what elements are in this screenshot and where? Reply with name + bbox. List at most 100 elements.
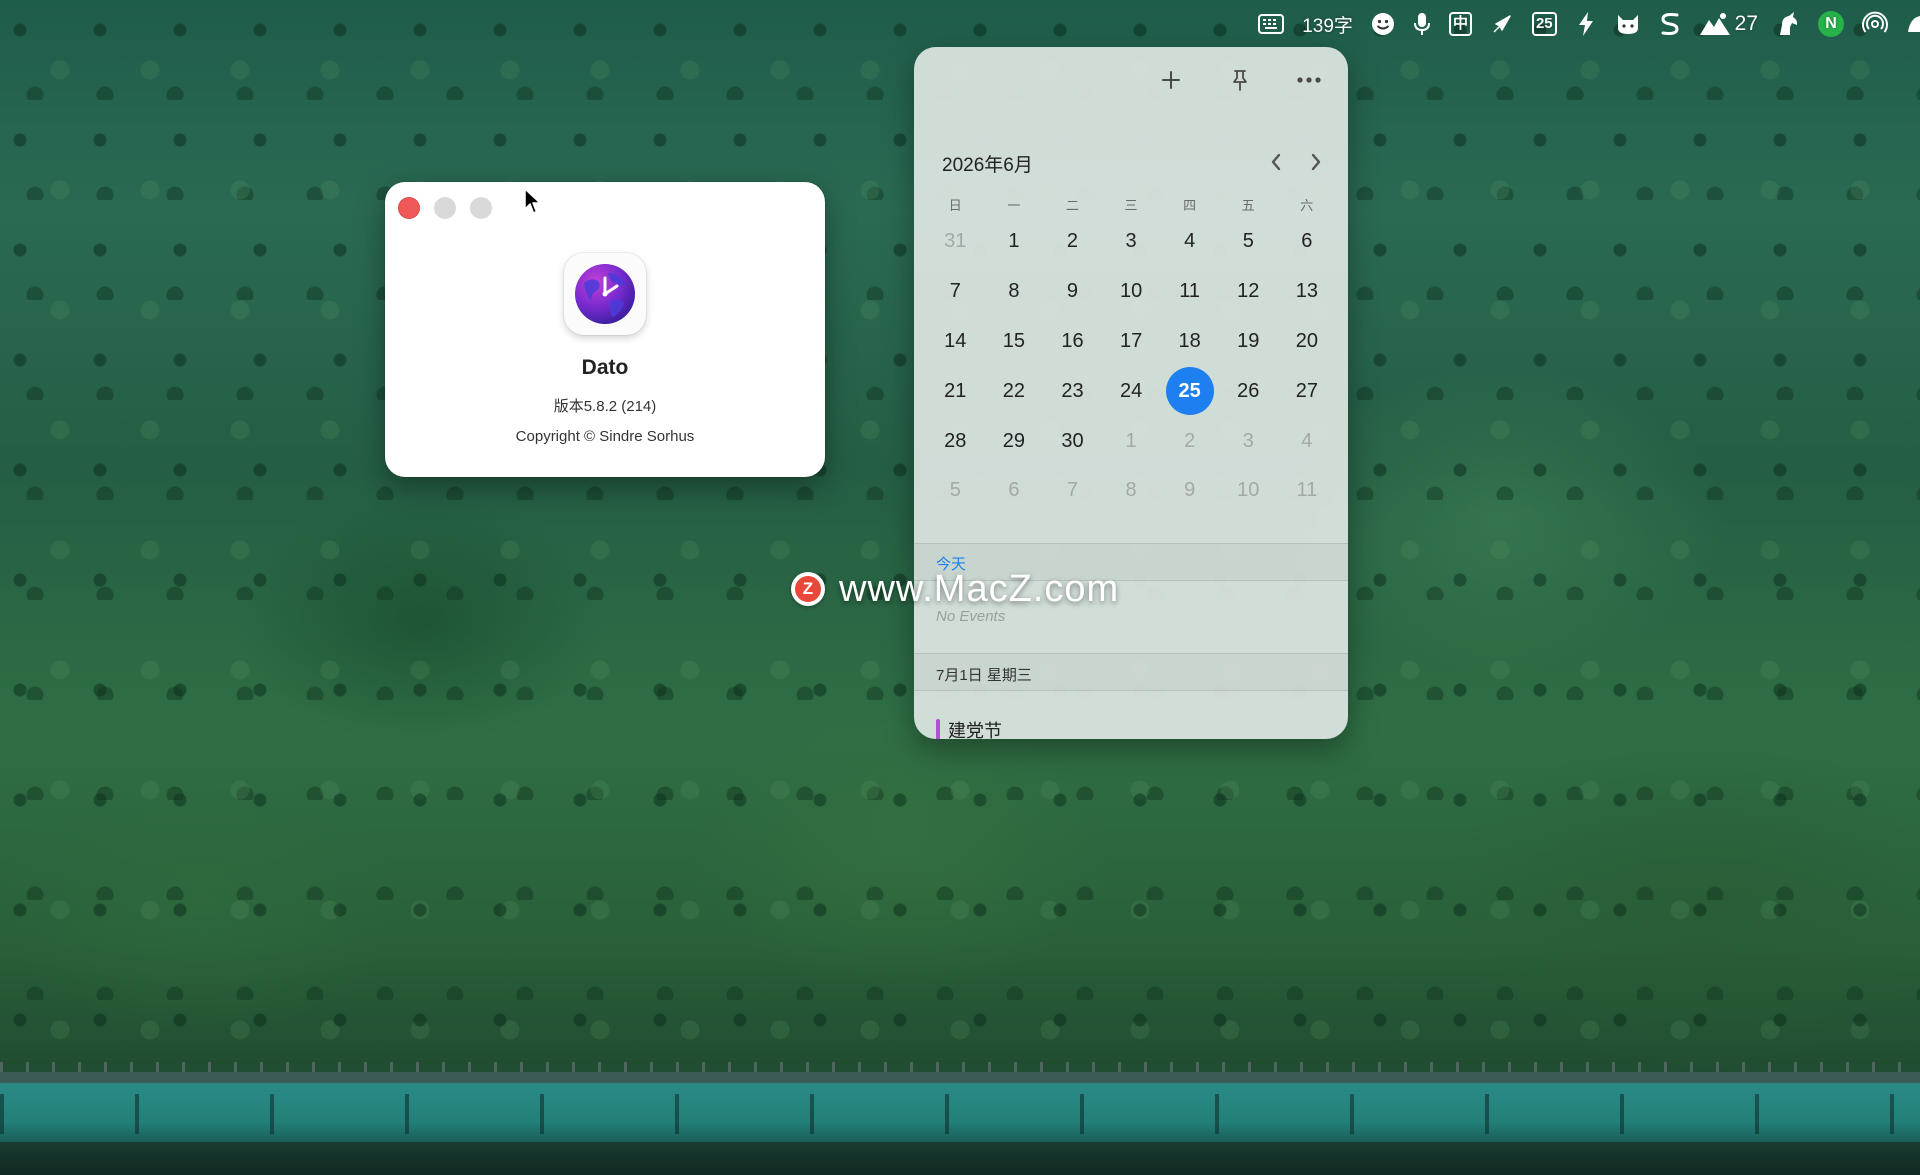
day-number: 13 <box>1295 280 1318 303</box>
today-day-number: 25 <box>1165 367 1214 416</box>
menu-bar: 139字 中 25 27 N <box>0 0 1920 48</box>
weekday-label: 一 <box>1007 198 1021 213</box>
calendar-day[interactable]: 30 <box>1043 416 1102 466</box>
calendar-day[interactable]: 22 <box>985 366 1044 416</box>
calendar-day[interactable]: 11 <box>1278 466 1337 516</box>
calendar-day[interactable]: 31 <box>926 217 985 267</box>
rocket-icon[interactable] <box>1481 0 1523 48</box>
scrivener-s-icon[interactable] <box>1650 0 1690 48</box>
calendar-day[interactable]: 24 <box>1102 366 1161 416</box>
notion-icon[interactable]: N <box>1809 0 1853 48</box>
bridge-beams <box>0 1094 1920 1134</box>
day-number: 14 <box>944 329 967 352</box>
weekday-label: 五 <box>1241 198 1255 213</box>
calendar-day[interactable]: 16 <box>1043 317 1102 367</box>
calendar-day[interactable]: 18 <box>1160 317 1219 367</box>
day-number: 2 <box>1184 429 1196 452</box>
calendar-day[interactable]: 12 <box>1219 267 1278 317</box>
next-month-button[interactable] <box>1305 148 1327 176</box>
more-options-button[interactable] <box>1294 65 1324 95</box>
calendar-day[interactable]: 7 <box>926 267 985 317</box>
calendar-day[interactable]: 3 <box>1102 217 1161 267</box>
day-number: 10 <box>1237 479 1260 502</box>
day-number: 22 <box>1002 379 1026 402</box>
calendar-day[interactable]: 3 <box>1219 416 1278 466</box>
airdrop-icon[interactable] <box>1853 0 1897 48</box>
event-item[interactable]: 建党节 <box>936 719 1002 739</box>
calendar-day[interactable]: 20 <box>1278 317 1337 367</box>
day-number: 3 <box>1125 230 1137 253</box>
watermark-logo-icon: Z <box>791 572 825 606</box>
unicorn-icon[interactable] <box>1767 0 1809 48</box>
window-close-button[interactable] <box>398 197 420 219</box>
calendar-day[interactable]: 10 <box>1219 466 1278 516</box>
ime-icon[interactable]: 中 <box>1440 0 1481 48</box>
bird-icon[interactable] <box>1897 0 1920 48</box>
previous-month-button[interactable] <box>1265 148 1287 176</box>
calendar-day[interactable]: 28 <box>926 416 985 466</box>
calendar-day[interactable]: 10 <box>1102 267 1161 317</box>
calendar-day[interactable]: 15 <box>985 317 1044 367</box>
calendar-day[interactable]: 5 <box>1219 217 1278 267</box>
calendar-day[interactable]: 11 <box>1160 267 1219 317</box>
day-number: 28 <box>944 429 967 452</box>
word-count-indicator[interactable]: 139字 <box>1293 0 1362 48</box>
window-minimize-button[interactable] <box>434 197 456 219</box>
calendar-day[interactable]: 25 <box>1160 366 1219 416</box>
plus-icon <box>1162 71 1180 89</box>
pin-icon <box>1233 70 1247 91</box>
calendar-day[interactable]: 14 <box>926 317 985 367</box>
keyboard-icon[interactable] <box>1249 0 1293 48</box>
day-number: 11 <box>1179 280 1201 303</box>
calendar-day[interactable]: 1 <box>1102 416 1161 466</box>
day-number: 5 <box>949 479 961 502</box>
emoji-icon[interactable] <box>1362 0 1404 48</box>
calendar-day[interactable]: 5 <box>926 466 985 516</box>
day-number: 8 <box>1125 479 1137 502</box>
calendar-day[interactable]: 27 <box>1278 366 1337 416</box>
calendar-day[interactable]: 21 <box>926 366 985 416</box>
calendar-day[interactable]: 6 <box>985 466 1044 516</box>
watermark-text: www.MacZ.com <box>839 567 1120 610</box>
ime-label: 中 <box>1448 12 1472 36</box>
water <box>0 1142 1920 1175</box>
lightning-icon[interactable] <box>1566 0 1606 48</box>
day-number: 4 <box>1184 230 1196 253</box>
pin-button[interactable] <box>1225 65 1255 95</box>
day-number: 30 <box>1061 429 1084 452</box>
calendar-day[interactable]: 26 <box>1219 366 1278 416</box>
calendar-day[interactable]: 7 <box>1043 466 1102 516</box>
calendar-day[interactable]: 17 <box>1102 317 1161 367</box>
calendar-day[interactable]: 8 <box>985 267 1044 317</box>
calendar-day[interactable]: 1 <box>985 217 1044 267</box>
about-window: Dato 版本5.8.2 (214) Copyright © Sindre So… <box>385 182 825 477</box>
calendar-day[interactable]: 6 <box>1278 217 1337 267</box>
calendar-day[interactable]: 2 <box>1160 416 1219 466</box>
day-number: 23 <box>1061 379 1084 402</box>
calendar-day[interactable]: 2 <box>1043 217 1102 267</box>
calendar-day[interactable]: 29 <box>985 416 1044 466</box>
calendar-day[interactable]: 8 <box>1102 466 1161 516</box>
calendar-day[interactable]: 19 <box>1219 317 1278 367</box>
day-number: 21 <box>944 379 967 402</box>
divider <box>914 690 1348 691</box>
calendar-day[interactable]: 23 <box>1043 366 1102 416</box>
day-number: 31 <box>944 230 967 253</box>
window-zoom-button[interactable] <box>470 197 492 219</box>
weekday-header: 日 一 二 三 四 五 六 <box>926 195 1336 214</box>
add-event-button[interactable] <box>1156 65 1186 95</box>
notion-badge: N <box>1818 11 1844 37</box>
microphone-icon[interactable] <box>1404 0 1440 48</box>
calendar-day[interactable]: 4 <box>1278 416 1337 466</box>
calendar-day[interactable]: 9 <box>1043 267 1102 317</box>
dato-app-icon <box>564 253 646 335</box>
weather-icon[interactable]: 27 <box>1690 0 1767 48</box>
calendar-date-icon[interactable]: 25 <box>1523 0 1566 48</box>
calendar-day[interactable]: 13 <box>1278 267 1337 317</box>
calendar-day[interactable]: 4 <box>1160 217 1219 267</box>
calendar-day[interactable]: 9 <box>1160 466 1219 516</box>
event-color-bar <box>936 719 940 739</box>
day-number: 29 <box>1002 429 1026 452</box>
cat-icon[interactable] <box>1606 0 1650 48</box>
desktop-wallpaper: 139字 中 25 27 N Dato 版本5.8.2 (214) Copyri… <box>0 0 1920 1175</box>
